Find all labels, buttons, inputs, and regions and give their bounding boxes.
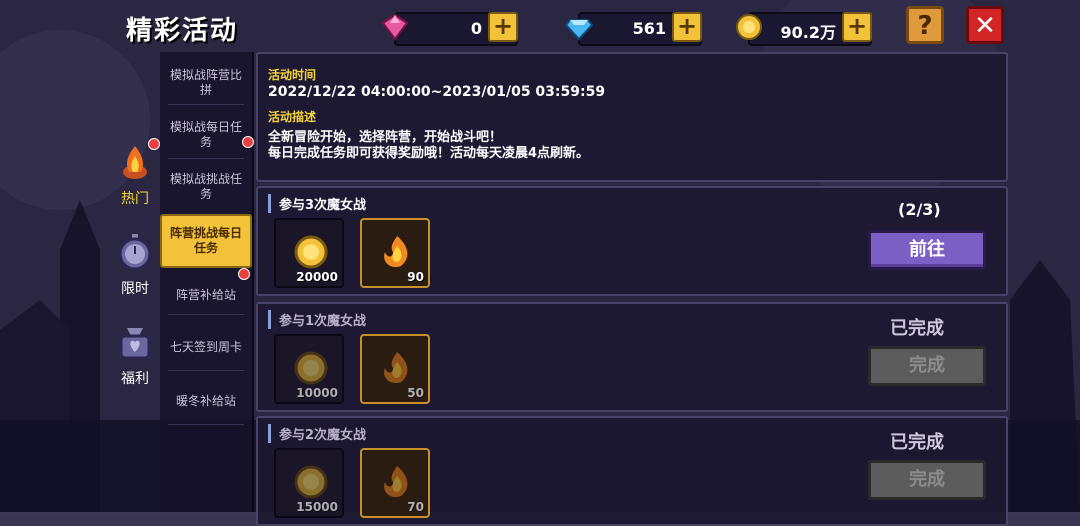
divider [168, 104, 244, 105]
gold-coin-icon [294, 465, 328, 499]
add-gold-button[interactable]: + [842, 12, 872, 42]
tab-limited[interactable]: 限时 [110, 232, 160, 298]
event-time-value: 2022/12/22 04:00:00~2023/01/05 03:59:59 [268, 84, 606, 100]
task-card: 参与3次魔女战 20000 90 (2/3) 前往 [256, 186, 1008, 296]
page-title: 精彩活动 [126, 16, 239, 46]
fire-fragment-icon [384, 236, 408, 268]
tab-hot[interactable]: 热门 [110, 142, 160, 208]
task-status: 已完成 [890, 432, 944, 453]
reward-amount: 20000 [296, 270, 338, 284]
gold-coin-icon [736, 14, 762, 40]
task-progress: (2/3) [898, 200, 941, 219]
add-pink-gem-button[interactable]: + [488, 12, 518, 42]
tab-welfare[interactable]: 福利 [110, 322, 160, 388]
notification-dot [242, 136, 254, 148]
diamond-value: 561 [632, 19, 666, 38]
gold-counter: 90.2万 + [736, 12, 872, 46]
diamond-counter: 561 + [564, 12, 702, 46]
gold-coin-icon [294, 351, 328, 385]
reward-gold-coin[interactable]: 15000 [274, 448, 344, 518]
sub-navigation: 模拟战阵营比拼 模拟战每日任务 模拟战挑战任务 阵营挑战每日任务 阵营补给站 七… [160, 52, 254, 512]
subnav-item-sim-challenge-task[interactable]: 模拟战挑战任务 [160, 172, 252, 202]
close-button[interactable]: ✕ [966, 6, 1004, 44]
divider [168, 424, 244, 425]
help-button[interactable]: ? [906, 6, 944, 44]
stopwatch-icon [118, 234, 152, 271]
reward-fire-fragment[interactable]: 50 [360, 334, 430, 404]
fire-fragment-icon [384, 352, 408, 384]
pink-gem-icon [381, 13, 409, 41]
blue-diamond-icon [564, 19, 594, 41]
complete-button[interactable]: 完成 [868, 346, 986, 386]
pink-gem-counter: 0 + [381, 12, 518, 46]
reward-fire-fragment[interactable]: 70 [360, 448, 430, 518]
subnav-item-sim-daily-task[interactable]: 模拟战每日任务 [160, 120, 252, 150]
notification-dot [238, 268, 250, 280]
task-card: 参与2次魔女战 15000 70 已完成 完成 [256, 416, 1008, 526]
gold-coin-icon [294, 235, 328, 269]
reward-gold-coin[interactable]: 10000 [274, 334, 344, 404]
reward-amount: 90 [407, 270, 424, 284]
divider [168, 314, 244, 315]
reward-fire-fragment[interactable]: 90 [360, 218, 430, 288]
add-diamond-button[interactable]: + [672, 12, 702, 42]
event-desc-label: 活动描述 [268, 110, 317, 124]
reward-gold-coin[interactable]: 20000 [274, 218, 344, 288]
divider [168, 158, 244, 159]
subnav-item-sim-camp-compete[interactable]: 模拟战阵营比拼 [160, 68, 252, 98]
event-desc-line2: 每日完成任务即可获得奖励哦！活动每天凌晨4点刷新。 [268, 146, 590, 161]
reward-amount: 50 [407, 386, 424, 400]
divider [168, 370, 244, 371]
task-status: 已完成 [890, 318, 944, 339]
gold-value: 90.2万 [780, 23, 836, 42]
event-time-label: 活动时间 [268, 68, 317, 82]
tab-welfare-label: 福利 [121, 371, 149, 387]
task-name: 参与3次魔女战 [268, 194, 366, 213]
subnav-item-camp-supply[interactable]: 阵营补给站 [160, 288, 252, 303]
go-button[interactable]: 前往 [868, 230, 986, 270]
notification-dot [148, 138, 160, 150]
complete-button[interactable]: 完成 [868, 460, 986, 500]
task-name: 参与1次魔女战 [268, 310, 366, 329]
subnav-item-seven-day-signin[interactable]: 七天签到周卡 [160, 340, 252, 355]
fire-fragment-icon [384, 466, 408, 498]
tab-hot-label: 热门 [121, 191, 149, 207]
task-card: 参与1次魔女战 10000 50 已完成 完成 [256, 302, 1008, 412]
event-info-panel: 活动时间 2022/12/22 04:00:00~2023/01/05 03:5… [256, 52, 1008, 182]
subnav-item-camp-challenge-daily[interactable]: 阵营挑战每日任务 [160, 214, 252, 268]
pink-gem-value: 0 [470, 19, 482, 38]
subnav-item-winter-supply[interactable]: 暖冬补给站 [160, 394, 252, 409]
reward-amount: 10000 [296, 386, 338, 400]
task-name: 参与2次魔女战 [268, 424, 366, 443]
gift-bag-icon [119, 328, 151, 360]
tab-limited-label: 限时 [121, 281, 149, 297]
